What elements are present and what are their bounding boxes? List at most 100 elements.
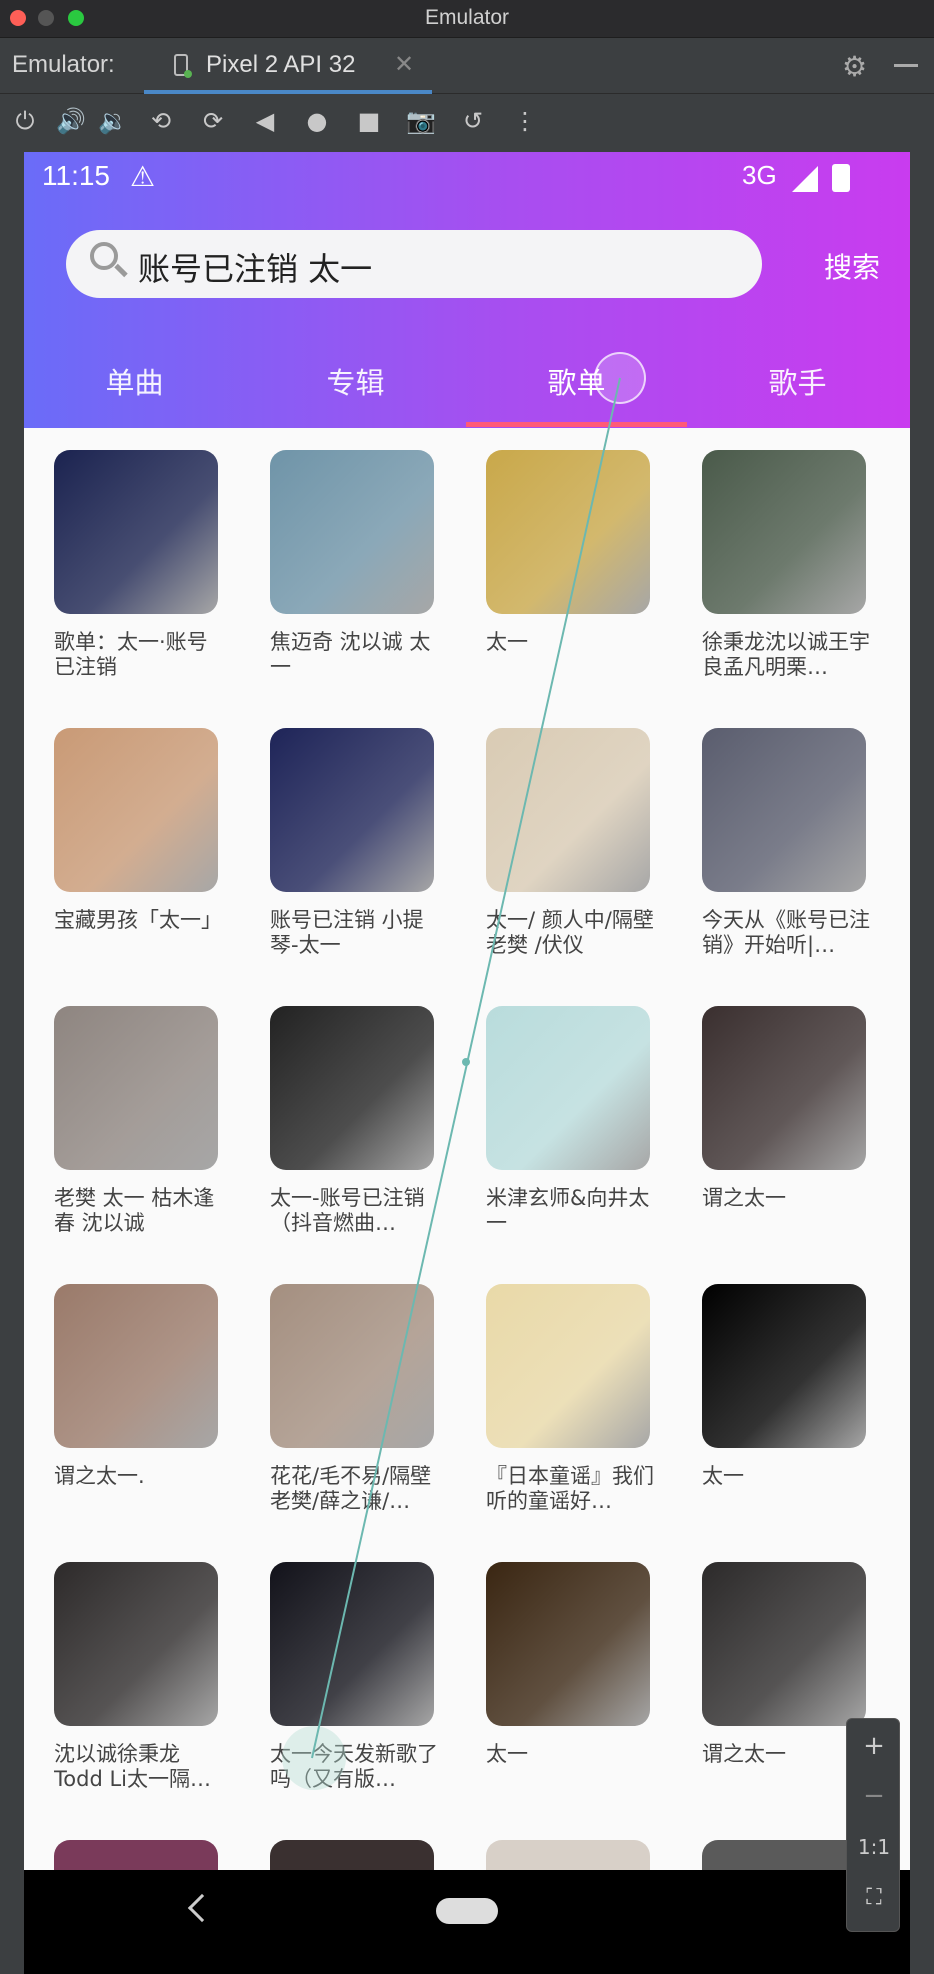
system-nav-bar bbox=[24, 1870, 910, 1974]
zoom-in-button[interactable]: + bbox=[847, 1731, 901, 1761]
phone-screen: 11:15 ⚠ 3G 账号已注销 太一 搜索 单曲 专辑 歌单 歌手 歌单：太一… bbox=[24, 152, 910, 1974]
playlist-card[interactable]: 太一 bbox=[486, 1562, 656, 1802]
playlist-card[interactable]: 账号已注销 小提琴-太一 bbox=[270, 728, 440, 968]
zoom-controls: + − 1:1 ⛶ bbox=[846, 1718, 900, 1932]
playlist-cover[interactable] bbox=[702, 1840, 866, 1870]
playlist-title: 今天从《账号已注销》开始听|… bbox=[702, 908, 870, 957]
volume-down-icon[interactable]: 🔉 bbox=[96, 104, 130, 138]
playlist-title: 太一 bbox=[486, 630, 528, 654]
tool-window-tabbar: Emulator: Pixel 2 API 32 ✕ ⚙ bbox=[0, 38, 934, 94]
network-type: 3G bbox=[742, 160, 777, 190]
playlist-cover bbox=[54, 728, 218, 892]
playlist-cover bbox=[270, 1006, 434, 1170]
playlist-title: 谓之太一. bbox=[54, 1464, 145, 1488]
search-button[interactable]: 搜索 bbox=[824, 246, 880, 286]
playlist-cover bbox=[702, 1284, 866, 1448]
signal-icon bbox=[792, 166, 818, 192]
status-bar: 11:15 ⚠ 3G bbox=[24, 152, 910, 204]
playlist-cover[interactable] bbox=[54, 1840, 218, 1870]
tab-playlists[interactable]: 歌单 bbox=[466, 360, 687, 402]
playlist-cover bbox=[486, 1562, 650, 1726]
power-icon[interactable]: ⏻ bbox=[8, 104, 42, 138]
playlist-cover bbox=[486, 450, 650, 614]
emulator-window: Emulator Emulator: Pixel 2 API 32 ✕ ⚙ ⏻ … bbox=[0, 0, 934, 1974]
playlist-card[interactable]: 谓之太一 bbox=[702, 1006, 872, 1246]
search-icon bbox=[90, 242, 118, 270]
playlist-card[interactable]: 『日本童谣』我们听的童谣好… bbox=[486, 1284, 656, 1524]
search-input-value: 账号已注销 太一 bbox=[138, 250, 373, 288]
playlist-title: 『日本童谣』我们听的童谣好… bbox=[486, 1464, 654, 1513]
playlist-cover bbox=[486, 1006, 650, 1170]
playlist-card[interactable]: 米津玄师&向井太一 bbox=[486, 1006, 656, 1246]
nav-home-button[interactable] bbox=[436, 1898, 498, 1924]
playlist-card[interactable]: 太一 bbox=[486, 450, 656, 690]
playlist-title: 谓之太一 bbox=[702, 1186, 786, 1210]
fit-screen-icon[interactable]: ⛶ bbox=[847, 1885, 901, 1910]
playlist-cover bbox=[270, 1284, 434, 1448]
tab-songs[interactable]: 单曲 bbox=[24, 360, 245, 402]
playlist-cover[interactable] bbox=[270, 1840, 434, 1870]
device-tab[interactable]: Pixel 2 API 32 ✕ bbox=[144, 38, 432, 94]
playlist-cover bbox=[54, 450, 218, 614]
playlist-cover bbox=[54, 1284, 218, 1448]
rotate-right-icon[interactable]: ⟳ bbox=[196, 104, 230, 138]
battery-icon bbox=[832, 164, 850, 192]
playlist-card[interactable]: 沈以诚徐秉龙Todd Li太一隔… bbox=[54, 1562, 224, 1802]
playlist-cover bbox=[486, 728, 650, 892]
tab-artists[interactable]: 歌手 bbox=[687, 360, 908, 402]
camera-icon[interactable]: 📷 bbox=[404, 104, 438, 138]
playlist-card[interactable]: 花花/毛不易/隔壁老樊/薛之谦/… bbox=[270, 1284, 440, 1524]
playlist-title: 账号已注销 小提琴-太一 bbox=[270, 908, 424, 957]
close-tab-icon[interactable]: ✕ bbox=[394, 50, 414, 78]
gear-icon[interactable]: ⚙ bbox=[842, 50, 867, 83]
more-icon[interactable]: ⋮ bbox=[508, 104, 542, 138]
playlist-title: 太一 bbox=[702, 1464, 744, 1488]
playlist-card[interactable]: 歌单：太一·账号已注销 bbox=[54, 450, 224, 690]
tab-indicator bbox=[466, 422, 687, 427]
playlist-cover[interactable] bbox=[486, 1840, 650, 1870]
playlist-card[interactable]: 太一-账号已注销（抖音燃曲… bbox=[270, 1006, 440, 1246]
playlist-cover bbox=[702, 450, 866, 614]
playlist-cover bbox=[702, 728, 866, 892]
search-input[interactable]: 账号已注销 太一 bbox=[66, 230, 762, 298]
playlist-cover bbox=[270, 450, 434, 614]
zoom-reset-button[interactable]: 1:1 bbox=[847, 1835, 901, 1859]
playlist-card[interactable]: 今天从《账号已注销》开始听|… bbox=[702, 728, 872, 968]
playlist-cover bbox=[702, 1562, 866, 1726]
overview-icon[interactable]: ■ bbox=[352, 104, 386, 138]
zoom-out-button[interactable]: − bbox=[847, 1781, 901, 1811]
tab-albums[interactable]: 专辑 bbox=[245, 360, 466, 402]
playlist-cover bbox=[54, 1562, 218, 1726]
playlist-card[interactable]: 焦迈奇 沈以诚 太一 bbox=[270, 450, 440, 690]
touch-indicator bbox=[282, 1726, 346, 1790]
tool-window-label: Emulator: bbox=[12, 51, 115, 78]
playlist-card[interactable]: 宝藏男孩「太一」 bbox=[54, 728, 224, 968]
nav-back-button[interactable] bbox=[187, 1893, 217, 1923]
playlist-cover bbox=[270, 1562, 434, 1726]
playlist-card[interactable]: 老樊 太一 枯木逢春 沈以诚 bbox=[54, 1006, 224, 1246]
title-bar: Emulator bbox=[0, 0, 934, 38]
playlist-title: 歌单：太一·账号已注销 bbox=[54, 630, 208, 679]
hide-panel-icon[interactable] bbox=[894, 64, 918, 67]
playlist-title: 米津玄师&向井太一 bbox=[486, 1186, 650, 1235]
snapshot-icon[interactable]: ↺ bbox=[456, 104, 490, 138]
home-icon[interactable]: ● bbox=[300, 104, 334, 138]
playlist-cover bbox=[54, 1006, 218, 1170]
touch-indicator bbox=[594, 352, 646, 404]
playlist-title: 老樊 太一 枯木逢春 沈以诚 bbox=[54, 1186, 215, 1235]
playlist-card[interactable]: 徐秉龙沈以诚王宇良孟凡明栗… bbox=[702, 450, 872, 690]
back-icon[interactable]: ◀ bbox=[248, 104, 282, 138]
playlist-card[interactable]: 太一 bbox=[702, 1284, 872, 1524]
rotate-left-icon[interactable]: ⟲ bbox=[144, 104, 178, 138]
playlist-cover bbox=[702, 1006, 866, 1170]
playlist-title: 徐秉龙沈以诚王宇良孟凡明栗… bbox=[702, 630, 870, 679]
playlist-title: 焦迈奇 沈以诚 太一 bbox=[270, 630, 431, 679]
search-icon-handle bbox=[114, 263, 128, 278]
playlist-cover bbox=[270, 728, 434, 892]
playlist-title: 太一 bbox=[486, 1742, 528, 1766]
emulator-toolbar: ⏻ 🔊 🔉 ⟲ ⟳ ◀ ● ■ 📷 ↺ ⋮ bbox=[0, 94, 934, 150]
playlist-card[interactable]: 谓之太一. bbox=[54, 1284, 224, 1524]
volume-up-icon[interactable]: 🔊 bbox=[54, 104, 88, 138]
playlist-card[interactable]: 太一/ 颜人中/隔壁老樊 /伏仪 bbox=[486, 728, 656, 968]
status-time: 11:15 bbox=[42, 160, 110, 191]
